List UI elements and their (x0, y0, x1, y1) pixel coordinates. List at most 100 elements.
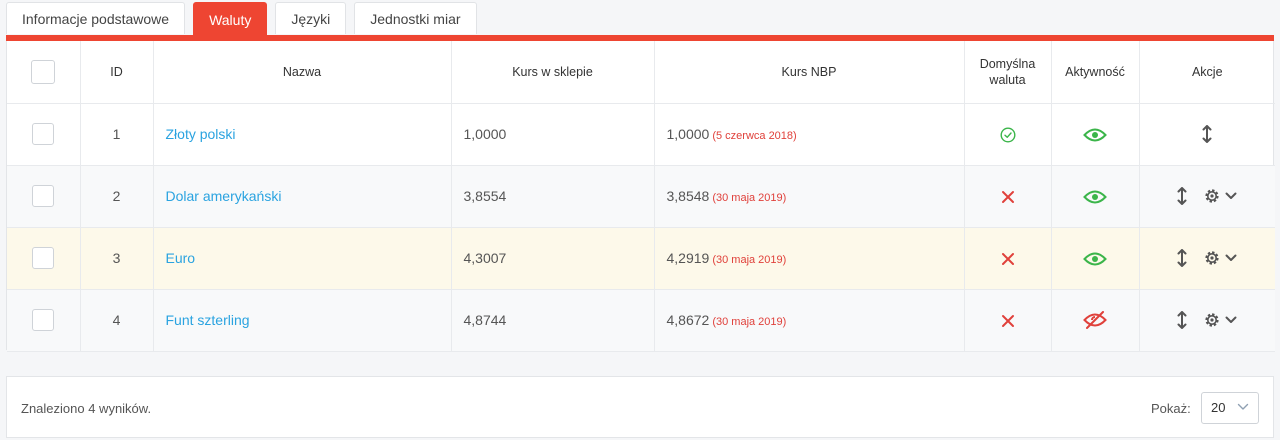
row-actions (1140, 125, 1276, 143)
currency-name-link[interactable]: Złoty polski (166, 126, 236, 142)
header-activity: Aktywność (1051, 41, 1140, 104)
row-actions-cell (1139, 103, 1276, 166)
per-page-value: 20 (1211, 400, 1226, 415)
currency-table: ID Nazwa Kurs w sklepie Kurs NBP Domyśln… (7, 41, 1275, 352)
settings-dropdown[interactable] (1203, 249, 1237, 267)
gear-icon[interactable] (1203, 187, 1221, 205)
tab-basic-info[interactable]: Informacje podstawowe (6, 2, 186, 34)
row-nbp-cell: 4,8672 (30 maja 2019) (654, 289, 965, 352)
vertical-arrows-icon[interactable] (1202, 125, 1212, 143)
x-icon[interactable] (1001, 252, 1015, 266)
select-all-checkbox[interactable] (31, 59, 56, 84)
row-nbp-date: (30 maja 2019) (712, 192, 787, 204)
table-row: 2 Dolar amerykański 3,8554 3,8548 (30 maj… (7, 165, 1276, 228)
row-name-cell: Funt szterling (153, 289, 452, 352)
header-shop-rate[interactable]: Kurs w sklepie (451, 41, 655, 104)
row-default-cell (964, 227, 1052, 290)
currency-name-link[interactable]: Dolar amerykański (166, 188, 282, 204)
chevron-down-icon[interactable] (1225, 316, 1237, 324)
row-shop-rate: 4,8744 (451, 289, 655, 352)
header-default-line1: Domyślna (979, 56, 1036, 71)
chevron-down-icon[interactable] (1225, 254, 1237, 262)
table-footer: Znaleziono 4 wyników. Pokaż: 20 (6, 376, 1274, 438)
row-name-cell: Złoty polski (153, 103, 452, 166)
row-nbp-rate: 4,2919 (666, 250, 710, 266)
row-actions (1140, 187, 1276, 205)
vertical-arrows-icon[interactable] (1177, 249, 1187, 267)
vertical-arrows-icon[interactable] (1177, 187, 1187, 205)
header-name[interactable]: Nazwa (153, 41, 452, 104)
row-checkbox[interactable] (32, 247, 55, 269)
currency-name-link[interactable]: Euro (166, 250, 196, 266)
row-select-cell (7, 227, 81, 290)
settings-dropdown[interactable] (1203, 187, 1237, 205)
table-row: 4 Funt szterling 4,8744 4,8672 (30 maja 2… (7, 289, 1276, 352)
header-default-line2: waluta (989, 72, 1026, 87)
row-nbp-rate: 4,8672 (666, 312, 710, 328)
header-nbp-rate[interactable]: Kurs NBP (654, 41, 965, 104)
row-actions-cell (1139, 289, 1276, 352)
tab-units[interactable]: Jednostki miar (354, 2, 477, 34)
row-select-cell (7, 165, 81, 228)
x-icon[interactable] (1001, 314, 1015, 328)
row-name-cell: Euro (153, 227, 452, 290)
row-default-cell (964, 289, 1052, 352)
row-nbp-date: (30 maja 2019) (712, 254, 787, 266)
row-checkbox[interactable] (32, 185, 55, 207)
eye-icon[interactable] (1083, 127, 1107, 143)
row-nbp-cell: 1,0000 (5 czerwca 2018) (654, 103, 965, 166)
x-icon[interactable] (1001, 190, 1015, 204)
chevron-down-icon (1237, 403, 1249, 410)
tab-languages[interactable]: Języki (275, 2, 347, 34)
per-page-label: Pokaż: (1151, 401, 1191, 416)
table-row: 3 Euro 4,3007 4,2919 (30 maja 2019) (7, 227, 1276, 290)
row-id: 2 (80, 165, 154, 228)
currency-name-link[interactable]: Funt szterling (166, 312, 250, 328)
eye-icon[interactable] (1083, 189, 1107, 205)
tab-bar: Informacje podstawowe Waluty Języki Jedn… (6, 2, 485, 36)
header-id[interactable]: ID (80, 41, 154, 104)
table-row: 1 Złoty polski 1,0000 1,0000 (5 czerwca 2… (7, 103, 1276, 166)
row-activity-cell (1051, 103, 1140, 166)
settings-dropdown[interactable] (1203, 311, 1237, 329)
row-id: 1 (80, 103, 154, 166)
row-nbp-rate: 3,8548 (666, 188, 710, 204)
check-circle-icon (999, 127, 1016, 143)
row-id: 3 (80, 227, 154, 290)
row-activity-cell (1051, 289, 1140, 352)
gear-icon[interactable] (1203, 249, 1221, 267)
chevron-down-icon[interactable] (1225, 192, 1237, 200)
per-page-select[interactable]: 20 (1201, 392, 1259, 424)
row-shop-rate: 4,3007 (451, 227, 655, 290)
row-name-cell: Dolar amerykański (153, 165, 452, 228)
header-default-currency: Domyślna waluta (964, 41, 1052, 104)
row-checkbox[interactable] (32, 309, 55, 331)
row-id: 4 (80, 289, 154, 352)
row-nbp-cell: 4,2919 (30 maja 2019) (654, 227, 965, 290)
row-actions-cell (1139, 165, 1276, 228)
tab-currencies[interactable]: Waluty (193, 2, 268, 36)
select-all-cell (7, 41, 81, 104)
eye-icon[interactable] (1083, 251, 1107, 267)
row-default-cell (964, 103, 1052, 166)
row-select-cell (7, 103, 81, 166)
eye-slash-icon[interactable] (1083, 311, 1107, 330)
row-shop-rate: 3,8554 (451, 165, 655, 228)
row-actions (1140, 311, 1276, 329)
row-default-cell (964, 165, 1052, 228)
row-actions-cell (1139, 227, 1276, 290)
row-nbp-cell: 3,8548 (30 maja 2019) (654, 165, 965, 228)
row-nbp-date: (30 maja 2019) (712, 316, 787, 328)
row-nbp-date: (5 czerwca 2018) (712, 130, 797, 142)
row-shop-rate: 1,0000 (451, 103, 655, 166)
results-count: Znaleziono 4 wyników. (21, 401, 152, 416)
gear-icon[interactable] (1203, 311, 1221, 329)
row-checkbox[interactable] (32, 123, 55, 145)
currency-table-panel: ID Nazwa Kurs w sklepie Kurs NBP Domyśln… (6, 41, 1275, 352)
header-actions: Akcje (1139, 41, 1275, 104)
vertical-arrows-icon[interactable] (1177, 311, 1187, 329)
row-nbp-rate: 1,0000 (666, 126, 710, 142)
row-actions (1140, 249, 1276, 267)
row-select-cell (7, 289, 81, 352)
row-activity-cell (1051, 227, 1140, 290)
